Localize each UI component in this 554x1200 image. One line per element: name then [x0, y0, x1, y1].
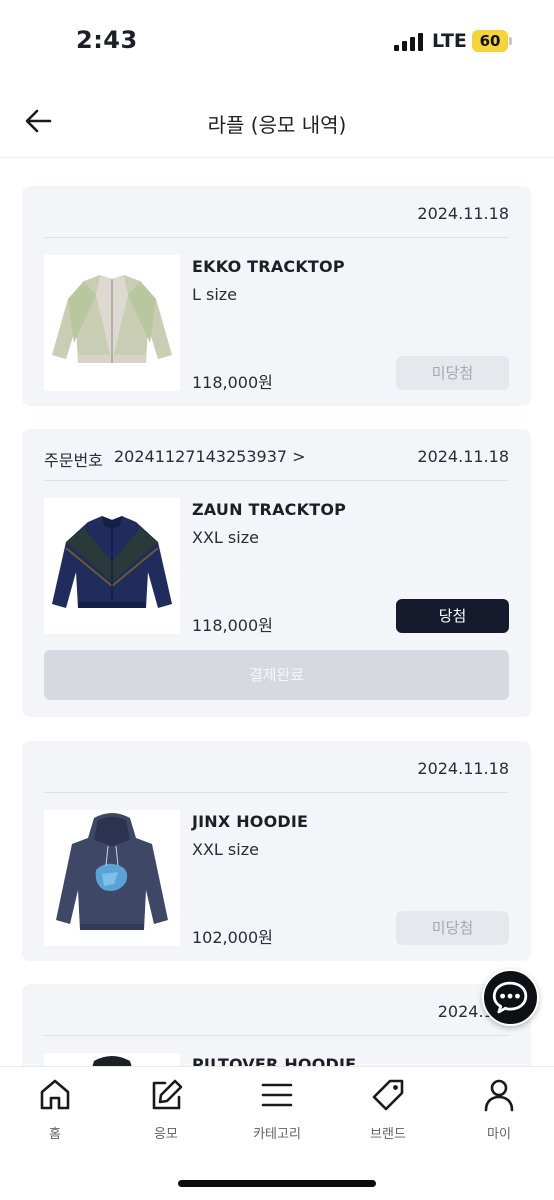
battery-tip	[509, 37, 512, 45]
edit-icon	[152, 1079, 183, 1110]
product-name: JINX HOODIE	[192, 812, 309, 831]
product-image[interactable]	[44, 255, 180, 391]
home-indicator	[178, 1180, 376, 1187]
chat-button[interactable]	[482, 969, 539, 1026]
result-badge: 미당첨	[396, 356, 509, 390]
nav-entry[interactable]: 응모	[111, 1077, 221, 1157]
entry-card: 2024.11. PILTOVER HOODIE	[22, 984, 531, 1066]
nav-label: 응모	[154, 1127, 178, 1142]
nav-label: 카테고리	[253, 1127, 301, 1142]
nav-label: 홈	[49, 1127, 61, 1142]
product-name: ZAUN TRACKTOP	[192, 500, 347, 519]
user-icon	[484, 1079, 514, 1112]
product-image[interactable]	[44, 498, 180, 634]
product-name: PILTOVER HOODIE	[192, 1055, 357, 1066]
network-label: LTE	[432, 30, 467, 52]
chat-bubble-icon	[492, 981, 528, 1014]
card-header: 주문번호 20241127143253937 > 2024.11.18	[44, 429, 509, 481]
product-price: 118,000원	[192, 616, 273, 635]
result-badge: 미당첨	[396, 911, 509, 945]
entry-date: 2024.11.18	[417, 447, 509, 466]
hoodie-image	[92, 1056, 132, 1066]
entry-card: 2024.11.18 EKKO TRACKTOP L size 118,000원…	[22, 186, 531, 406]
card-header: 2024.11.18	[44, 741, 509, 793]
product-price: 118,000원	[192, 373, 273, 392]
product-name: EKKO TRACKTOP	[192, 257, 345, 276]
card-header: 2024.11.18	[44, 186, 509, 238]
tracktop-image	[52, 516, 172, 608]
page-title: 라플 (응모 내역)	[207, 113, 347, 137]
product-price: 102,000원	[192, 928, 273, 947]
entry-date: 2024.11.18	[417, 759, 509, 778]
status-time: 2:43	[76, 26, 138, 54]
payment-complete-button[interactable]: 결제완료	[44, 650, 509, 700]
nav-category[interactable]: 카테고리	[222, 1077, 332, 1157]
entry-card: 주문번호 20241127143253937 > 2024.11.18 ZAUN…	[22, 429, 531, 717]
menu-icon	[261, 1083, 293, 1107]
nav-label: 마이	[487, 1127, 511, 1142]
order-number-label: 주문번호	[44, 451, 103, 470]
product-image[interactable]	[44, 810, 180, 946]
page-header: 라플 (응모 내역)	[0, 84, 554, 158]
nav-label: 브랜드	[370, 1127, 406, 1142]
signal-icon	[394, 33, 424, 51]
entry-card: 2024.11.18 JINX HOODIE XXL size 102,000원…	[22, 741, 531, 961]
raffle-entry-list: 2024.11.18 EKKO TRACKTOP L size 118,000원…	[0, 158, 554, 1066]
product-size: L size	[192, 285, 238, 304]
product-image[interactable]	[44, 1053, 180, 1066]
nav-my[interactable]: 마이	[444, 1077, 554, 1157]
product-size: XXL size	[192, 840, 259, 859]
tag-icon	[372, 1079, 404, 1111]
home-icon	[40, 1079, 70, 1110]
result-badge[interactable]: 당첨	[396, 599, 509, 633]
hoodie-image	[56, 813, 168, 930]
order-number-link[interactable]: 20241127143253937 >	[114, 447, 306, 466]
product-size: XXL size	[192, 528, 259, 547]
tracktop-image	[52, 275, 172, 363]
entry-date: 2024.11.18	[417, 204, 509, 223]
nav-home[interactable]: 홈	[0, 1077, 110, 1157]
battery-icon: 60	[472, 30, 508, 52]
card-header: 2024.11.	[44, 984, 509, 1036]
nav-brand[interactable]: 브랜드	[333, 1077, 443, 1157]
status-bar: 2:43 LTE 60	[0, 0, 554, 84]
